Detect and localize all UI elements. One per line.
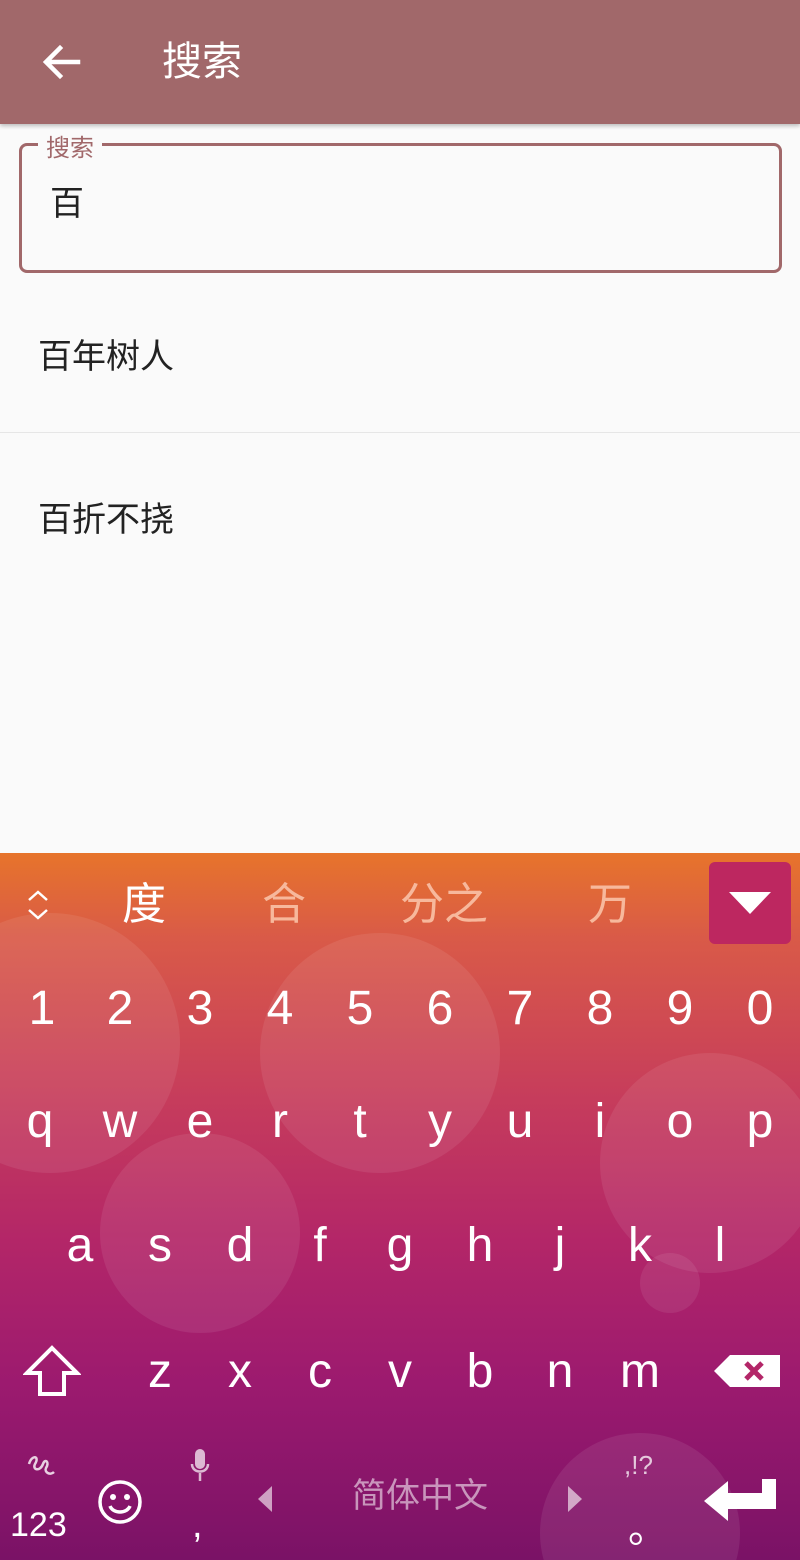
triangle-down-icon (729, 892, 771, 914)
key-x[interactable]: x (200, 1316, 280, 1426)
key-n[interactable]: n (520, 1316, 600, 1426)
expand-candidates-button[interactable] (18, 883, 58, 927)
punctuation-key[interactable]: ,!? 。 (600, 1444, 680, 1560)
key-b[interactable]: b (440, 1316, 520, 1426)
key-p[interactable]: p (720, 1066, 800, 1176)
backspace-key[interactable] (704, 1316, 790, 1426)
key-j[interactable]: j (520, 1190, 600, 1300)
enter-icon (704, 1479, 776, 1521)
list-item[interactable]: 百折不挠 (0, 434, 800, 598)
key-2[interactable]: 2 (80, 953, 160, 1063)
key-8[interactable]: 8 (560, 953, 640, 1063)
shift-arrow-icon (23, 1345, 81, 1396)
key-y[interactable]: y (400, 1066, 480, 1176)
candidate-word[interactable]: 分之 (400, 875, 488, 935)
back-button[interactable] (30, 30, 94, 94)
key-5[interactable]: 5 (320, 953, 400, 1063)
space-key[interactable]: 简体中文 (330, 1468, 510, 1524)
symbols-key[interactable]: 123 (0, 1444, 84, 1560)
punctuation-bottom-label: 。 (628, 1507, 668, 1551)
key-w[interactable]: w (80, 1066, 160, 1176)
key-t[interactable]: t (320, 1066, 400, 1176)
key-v[interactable]: v (360, 1316, 440, 1426)
list-item-label: 百折不挠 (38, 499, 174, 540)
key-1[interactable]: 1 (2, 953, 82, 1063)
key-7[interactable]: 7 (480, 953, 560, 1063)
key-a[interactable]: a (40, 1190, 120, 1300)
candidate-word[interactable]: 度 (122, 875, 166, 935)
microphone-icon (190, 1449, 210, 1481)
key-o[interactable]: o (640, 1066, 720, 1176)
list-item[interactable]: 百年树人 (0, 275, 800, 433)
key-6[interactable]: 6 (400, 953, 480, 1063)
shift-key[interactable] (10, 1316, 94, 1426)
comma-key-label: , (192, 1504, 203, 1546)
key-l[interactable]: l (680, 1190, 760, 1300)
app-bar: 搜索 (0, 0, 800, 124)
candidate-bar: 度 合 分之 万 (0, 853, 800, 957)
candidate-word[interactable]: 万 (588, 875, 632, 935)
emoji-key[interactable] (80, 1444, 160, 1560)
key-h[interactable]: h (440, 1190, 520, 1300)
search-field[interactable] (19, 143, 782, 273)
page-title: 搜索 (162, 39, 242, 85)
arrow-back-icon (42, 44, 81, 80)
cursor-left-key[interactable] (230, 1444, 300, 1554)
enter-key[interactable] (696, 1450, 786, 1550)
backspace-icon (714, 1355, 780, 1387)
key-m[interactable]: m (600, 1316, 680, 1426)
key-c[interactable]: c (280, 1316, 360, 1426)
chevron-up-down-icon (28, 890, 48, 920)
key-e[interactable]: e (160, 1066, 240, 1176)
key-k[interactable]: k (600, 1190, 680, 1300)
key-s[interactable]: s (120, 1190, 200, 1300)
key-d[interactable]: d (200, 1190, 280, 1300)
candidate-word[interactable]: 合 (262, 875, 306, 935)
key-r[interactable]: r (240, 1066, 320, 1176)
search-input[interactable] (50, 180, 750, 228)
key-q[interactable]: q (0, 1066, 80, 1176)
search-field-label: 搜索 (38, 132, 102, 164)
key-f[interactable]: f (280, 1190, 360, 1300)
key-i[interactable]: i (560, 1066, 640, 1176)
key-z[interactable]: z (120, 1316, 200, 1426)
symbols-key-label: 123 (10, 1506, 67, 1544)
comma-key[interactable]: , (160, 1444, 240, 1560)
caret-left-icon (258, 1486, 272, 1512)
list-item-label: 百年树人 (38, 337, 174, 377)
key-u[interactable]: u (480, 1066, 560, 1176)
caret-right-icon (568, 1486, 582, 1512)
smiley-icon (98, 1480, 142, 1524)
key-3[interactable]: 3 (160, 953, 240, 1063)
key-4[interactable]: 4 (240, 953, 320, 1063)
hide-keyboard-button[interactable] (709, 862, 791, 944)
punctuation-top-label: ,!? (624, 1450, 653, 1480)
key-g[interactable]: g (360, 1190, 440, 1300)
key-0[interactable]: 0 (720, 953, 800, 1063)
handwriting-icon (27, 1456, 55, 1475)
key-9[interactable]: 9 (640, 953, 720, 1063)
